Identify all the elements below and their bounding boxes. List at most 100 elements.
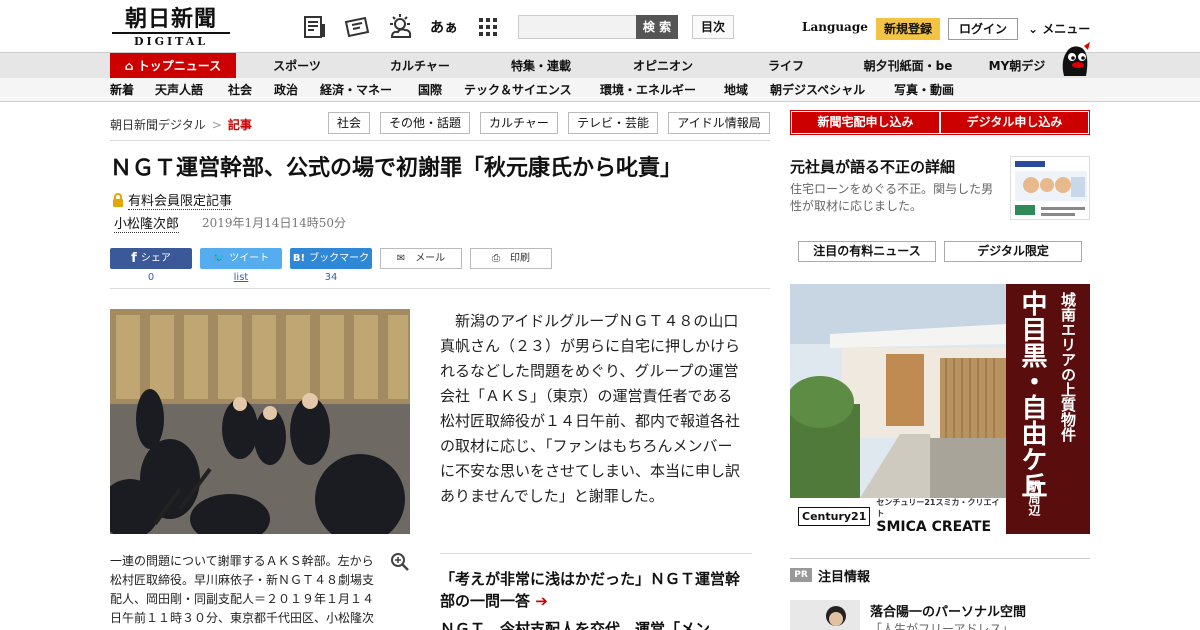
- breadcrumb: 朝日新聞デジタル > 記事: [110, 116, 252, 133]
- real-estate-ad[interactable]: Century21 センチュリー21スミカ・クリエイト SMICA CREATE…: [790, 284, 1090, 534]
- ad-brand: センチュリー21スミカ・クリエイト SMICA CREATE: [876, 497, 1006, 534]
- nav-item-opinion[interactable]: オピニオン: [622, 53, 704, 79]
- printer-icon: ⎙: [492, 253, 500, 264]
- secondary-nav: 新着 天声人語 社会 政治 経済・マネー 国際 テック＆サイエンス 環境・エネル…: [0, 78, 1200, 102]
- asahi-logo[interactable]: 朝日新聞 DIGITAL: [112, 8, 230, 48]
- nav-item-features[interactable]: 特集・連載: [500, 53, 582, 79]
- nav2-item-tensei[interactable]: 天声人語: [155, 78, 203, 102]
- mail-button[interactable]: ✉ メール: [380, 248, 462, 269]
- mascot-icon: [1056, 42, 1092, 78]
- ticket-icon[interactable]: [342, 12, 372, 42]
- font-size-icon[interactable]: あぁ: [429, 12, 459, 42]
- tab-digital-only[interactable]: デジタル限定: [944, 241, 1082, 262]
- grid-menu-icon[interactable]: [473, 12, 503, 42]
- facebook-share-label: シェア: [140, 253, 171, 264]
- lock-icon: [113, 193, 123, 207]
- ad-line-2: 中目黒・自由ケ丘: [1017, 290, 1047, 498]
- tag-culture[interactable]: カルチャー: [480, 112, 558, 134]
- login-button[interactable]: ログイン: [948, 18, 1018, 40]
- twitter-icon: 🐦: [212, 253, 226, 264]
- print-label: 印刷: [510, 253, 530, 264]
- hatena-icon: B!: [292, 253, 306, 264]
- chevron-down-icon: ⌄: [1028, 22, 1039, 36]
- breadcrumb-separator: >: [211, 118, 222, 132]
- twitter-share-count[interactable]: list: [200, 272, 282, 283]
- tag-society[interactable]: 社会: [328, 112, 370, 134]
- hatena-bookmark-count: 34: [324, 272, 338, 283]
- weather-icon[interactable]: [385, 12, 415, 42]
- divider: [110, 140, 770, 141]
- nav2-item-politics[interactable]: 政治: [274, 78, 298, 102]
- ad-text-panel: 城南エリアの上質物件 中目黒・自由ケ丘 駅周辺: [1006, 284, 1090, 534]
- facebook-share-count: 0: [147, 272, 155, 283]
- mail-icon: ✉: [396, 253, 406, 264]
- menu-button[interactable]: ⌄ メニュー: [1028, 20, 1090, 37]
- divider: [440, 553, 752, 554]
- promo-thumbnail[interactable]: [1010, 156, 1090, 220]
- facebook-icon: f: [131, 251, 137, 266]
- pr-title[interactable]: 落合陽一のパーソナル空間: [870, 601, 1026, 620]
- tab-paid-news[interactable]: 注目の有料ニュース: [798, 241, 936, 262]
- twitter-share-button[interactable]: 🐦 ツイート: [200, 248, 282, 269]
- article-photo[interactable]: [110, 309, 410, 534]
- nav-item-life[interactable]: ライフ: [756, 53, 816, 79]
- related-article-title: 「考えが非常に浅はかだった」ＮＧＴ運営幹部の一問一答: [440, 570, 741, 610]
- related-article-link[interactable]: ＮＧＴ、今村支配人を交代 運営「メン: [440, 618, 752, 630]
- nav2-item-economy[interactable]: 経済・マネー: [320, 78, 392, 102]
- register-button[interactable]: 新規登録: [876, 18, 940, 40]
- nav2-item-tech[interactable]: テック＆サイエンス: [464, 78, 572, 102]
- related-article-link[interactable]: 「考えが非常に浅はかだった」ＮＧＴ運営幹部の一問一答 ➔: [440, 568, 752, 612]
- nav2-item-photo[interactable]: 写真・動画: [894, 78, 954, 102]
- nav2-item-world[interactable]: 国際: [418, 78, 442, 102]
- pr-section-header: PR 注目情報: [790, 558, 1090, 588]
- article-body: 新潟のアイドルグループＮＧＴ４８の山口真帆さん（２３）が男らに自宅に押しかけられ…: [440, 312, 741, 505]
- index-button[interactable]: 目次: [692, 15, 734, 39]
- nav-item-sports[interactable]: スポーツ: [262, 53, 332, 79]
- article-title: ＮＧＴ運営幹部、公式の場で初謝罪「秋元康氏から叱責」: [110, 156, 683, 181]
- zoom-in-icon[interactable]: [390, 552, 410, 572]
- home-icon: ⌂: [124, 59, 134, 73]
- print-button[interactable]: ⎙ 印刷: [470, 248, 552, 269]
- nav2-item-latest[interactable]: 新着: [110, 78, 134, 102]
- author-link[interactable]: 小松隆次郎: [114, 213, 180, 233]
- menu-label: メニュー: [1042, 22, 1091, 36]
- nav-top-news-label: トップニュース: [137, 59, 222, 73]
- language-link[interactable]: Language: [802, 20, 868, 34]
- hatena-bookmark-label: ブックマーク: [309, 253, 370, 264]
- pr-badge: PR: [790, 568, 812, 582]
- pr-thumbnail[interactable]: [790, 600, 860, 630]
- tag-misc[interactable]: その他・話題: [380, 112, 470, 134]
- nav2-item-region[interactable]: 地域: [724, 78, 748, 102]
- breadcrumb-home[interactable]: 朝日新聞デジタル: [110, 118, 206, 132]
- breadcrumb-current: 記事: [227, 118, 252, 132]
- nav-item-papers[interactable]: 朝夕刊紙面・be: [856, 53, 960, 79]
- nav-item-my-asahi[interactable]: MY朝デジ: [980, 53, 1054, 79]
- tag-idol[interactable]: アイドル情報局: [668, 112, 770, 134]
- logo-sub-text: DIGITAL: [112, 32, 230, 48]
- logo-main-text: 朝日新聞: [124, 6, 217, 32]
- nav-top-news[interactable]: ⌂ トップニュース: [110, 53, 236, 79]
- mail-label: メール: [415, 253, 446, 264]
- arrow-right-icon: ➔: [535, 592, 548, 610]
- primary-nav: ⌂ トップニュース スポーツ カルチャー 特集・連載 オピニオン ライフ 朝夕刊…: [0, 52, 1200, 79]
- nav-item-culture[interactable]: カルチャー: [380, 53, 460, 79]
- promo-title[interactable]: 元社員が語る不正の詳細: [790, 156, 955, 177]
- hatena-bookmark-button[interactable]: B! ブックマーク: [290, 248, 372, 269]
- subscribe-digital-button[interactable]: デジタル申し込み: [941, 112, 1088, 133]
- ad-brand-jp: センチュリー21スミカ・クリエイト: [876, 498, 1000, 518]
- photo-caption: 一連の問題について謝罪するＡＫＳ幹部。左から松村匠取締役。早川麻依子・新ＮＧＴ４…: [110, 554, 375, 625]
- nav2-item-environment[interactable]: 環境・エネルギー: [600, 78, 696, 102]
- nav2-item-society[interactable]: 社会: [228, 78, 252, 102]
- newspaper-icon[interactable]: [300, 12, 330, 42]
- search-button[interactable]: 検 索: [636, 15, 678, 39]
- pr-subtitle: 「人生がフリーアドレス」: [870, 622, 1014, 630]
- ad-brand-bar: Century21 センチュリー21スミカ・クリエイト SMICA CREATE: [790, 498, 1006, 534]
- facebook-share-button[interactable]: f シェア: [110, 248, 192, 269]
- nav2-item-special[interactable]: 朝デジスペシャル: [770, 78, 865, 102]
- paid-member-badge[interactable]: 有料会員限定記事: [112, 190, 233, 210]
- search-input[interactable]: [518, 15, 638, 39]
- subscribe-paper-button[interactable]: 新聞宅配申し込み: [792, 112, 939, 133]
- publish-date: 2019年1月14日14時50分: [202, 216, 346, 230]
- tag-tv-entertainment[interactable]: テレビ・芸能: [568, 112, 658, 134]
- divider: [110, 288, 770, 289]
